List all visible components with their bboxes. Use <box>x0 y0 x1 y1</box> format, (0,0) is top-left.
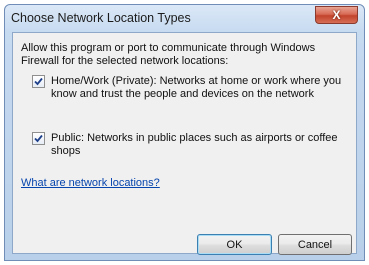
dialog-window: Choose Network Location Types X Allow th… <box>4 4 365 261</box>
ok-button[interactable]: OK <box>197 234 272 255</box>
private-checkbox[interactable] <box>32 75 45 88</box>
public-option-label: Public: Networks in public places such a… <box>51 132 338 157</box>
window-title: Choose Network Location Types <box>11 11 191 25</box>
network-locations-help-link[interactable]: What are network locations? <box>21 177 160 189</box>
close-icon: X <box>332 8 341 22</box>
checkmark-icon <box>34 77 43 86</box>
option-public[interactable]: Public: Networks in public places such a… <box>32 132 352 158</box>
title-bar[interactable]: Choose Network Location Types X <box>5 5 364 31</box>
option-home-work-private[interactable]: Home/Work (Private): Networks at home or… <box>32 75 352 101</box>
private-option-label: Home/Work (Private): Networks at home or… <box>51 75 342 100</box>
checkmark-icon <box>34 134 43 143</box>
close-button[interactable]: X <box>315 6 358 24</box>
description-text: Allow this program or port to communicat… <box>21 42 316 67</box>
cancel-button[interactable]: Cancel <box>278 234 352 255</box>
public-checkbox[interactable] <box>32 132 45 145</box>
dialog-body: Allow this program or port to communicat… <box>12 32 357 255</box>
